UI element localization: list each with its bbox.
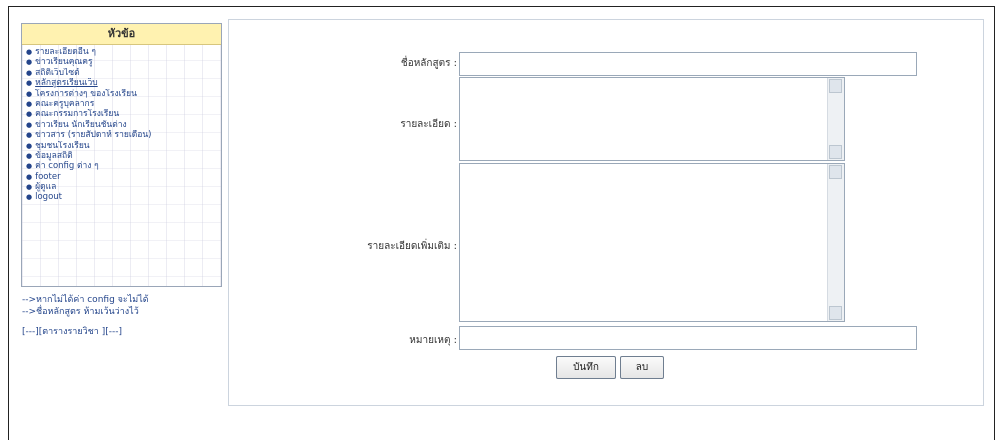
sidebar-item-website-stats[interactable]: ● สถิติเว็บไซต์: [26, 68, 221, 78]
breadcrumb: [---][ตารางรายวิชา ][---]: [22, 327, 122, 337]
more-detail-scrollbar[interactable]: [827, 164, 844, 321]
scroll-up-icon[interactable]: [829, 165, 842, 179]
sidebar-menu-list: ● รายละเอียดอื่น ๆ ● ข่าวเรียนคุณครู ● สถิต…: [22, 47, 221, 203]
sidebar-notes: -->หากไม่ได้ค่า config จะไม่ได้ -->ชื่อห…: [22, 294, 149, 318]
delete-button[interactable]: ลบ: [620, 356, 664, 379]
detail-textarea[interactable]: [459, 77, 845, 161]
sidebar-item-staff[interactable]: ● คณะครูบุคลากร: [26, 99, 221, 109]
sidebar-item-news[interactable]: ● ข่าวสาร (รายสัปดาห์ รายเดือน): [26, 130, 221, 140]
note-label: หมายเหตุ :: [409, 335, 457, 346]
sidebar-item-logout[interactable]: ● logout: [26, 192, 221, 202]
sidebar-item-statistics[interactable]: ● ข้อมูลสถิติ: [26, 151, 221, 161]
sidebar-item-config[interactable]: ● ค่า config ต่าง ๆ: [26, 161, 221, 171]
detail-scrollbar[interactable]: [827, 78, 844, 160]
note-line: -->ชื่อหลักสูตร ห้ามเว้นว่างไว้: [22, 307, 139, 317]
sidebar-item-community[interactable]: ● ชุมชนโรงเรียน: [26, 141, 221, 151]
course-name-label: ชื่อหลักสูตร :: [400, 58, 457, 69]
note-line: -->หากไม่ได้ค่า config จะไม่ได้: [22, 295, 149, 305]
scroll-down-icon[interactable]: [829, 306, 842, 320]
detail-label: รายละเอียด :: [400, 119, 457, 130]
course-name-input[interactable]: [459, 52, 917, 76]
sidebar-item-footer[interactable]: ● footer: [26, 172, 221, 182]
sidebar-item-student-news[interactable]: ● ข่าวเรียน นักเรียนชั้นต่าง: [26, 120, 221, 130]
scroll-up-icon[interactable]: [829, 79, 842, 93]
sidebar-item-curriculum[interactable]: ● หลักสูตรเรียนเว็บ: [26, 78, 221, 88]
more-detail-label: รายละเอียดเพิ่มเติม :: [367, 241, 457, 252]
content-panel: ชื่อหลักสูตร : รายละเอียด : รายละเอียดเพ…: [228, 19, 984, 406]
note-input[interactable]: [459, 326, 917, 350]
save-button[interactable]: บันทึก: [556, 356, 616, 379]
sidebar-item-committee[interactable]: ● คณะกรรมการโรงเรียน: [26, 109, 221, 119]
sidebar-item-admin[interactable]: ● ผู้ดูแล: [26, 182, 221, 192]
header-decoration: [250, 0, 970, 20]
sidebar-menu: หัวข้อ ● รายละเอียดอื่น ๆ ● ข่าวเรียนคุณคร…: [21, 23, 222, 287]
scroll-down-icon[interactable]: [829, 145, 842, 159]
sidebar-title: หัวข้อ: [22, 24, 221, 45]
more-detail-textarea[interactable]: [459, 163, 845, 322]
sidebar-item-other-details[interactable]: ● รายละเอียดอื่น ๆ: [26, 47, 221, 57]
sidebar-item-school-projects[interactable]: ● โครงการต่างๆ ของโรงเรียน: [26, 89, 221, 99]
sidebar-item-teacher-news[interactable]: ● ข่าวเรียนคุณครู: [26, 57, 221, 67]
